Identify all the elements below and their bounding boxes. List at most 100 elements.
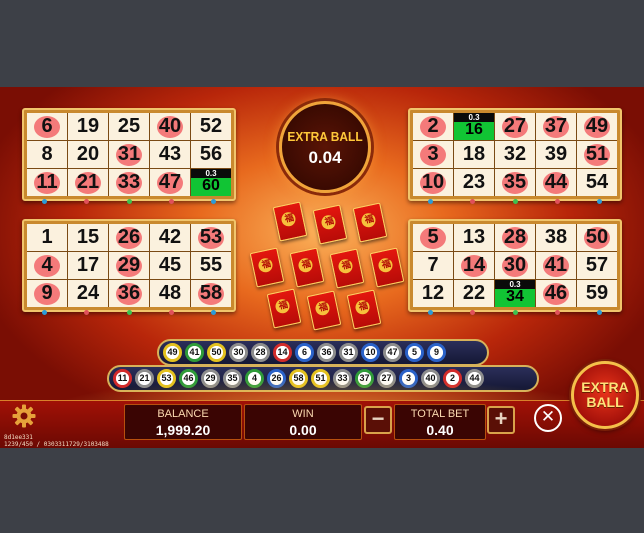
card-grid: 6 19 25 40 52 8 20 31 43 56 11 21 33 47 0.3 60 bbox=[27, 113, 231, 196]
drawn-ball: 26 bbox=[267, 369, 286, 388]
cell-number: 3 bbox=[427, 143, 439, 165]
card-indicators bbox=[42, 199, 216, 204]
cell-number: 31 bbox=[117, 143, 141, 165]
card-cell: 41 bbox=[536, 252, 576, 279]
drawn-ball: 3 bbox=[399, 369, 418, 388]
cell-number: 21 bbox=[76, 171, 100, 193]
card-cell: 44 bbox=[536, 169, 576, 196]
bingo-card-top-right: 2 0.3 16 27 37 49 3 18 32 39 51 10 23 35 44 54 bbox=[408, 108, 622, 204]
card-cell: 4 bbox=[27, 252, 67, 279]
card-indicator-dot bbox=[168, 310, 174, 315]
win-value: 0.00 bbox=[289, 422, 317, 438]
card-indicator-dot bbox=[512, 310, 518, 315]
ball-number: 41 bbox=[188, 346, 201, 359]
drawn-ball: 30 bbox=[229, 343, 248, 362]
red-envelope[interactable]: 福 bbox=[329, 248, 365, 289]
cell-number: 26 bbox=[117, 226, 141, 248]
card-indicator-dot bbox=[428, 310, 433, 315]
cell-number: 12 bbox=[421, 282, 445, 304]
drawn-ball: 46 bbox=[179, 369, 198, 388]
card-indicator-dot bbox=[597, 199, 602, 204]
drawn-ball: 6 bbox=[295, 343, 314, 362]
cell-number: 7 bbox=[427, 254, 439, 276]
fortune-glyph: 福 bbox=[318, 302, 329, 314]
total-bet-value: 0.40 bbox=[426, 422, 454, 438]
card-cell: 54 bbox=[577, 169, 617, 196]
card-cell: 8 bbox=[27, 141, 67, 168]
red-envelope[interactable]: 福 bbox=[346, 289, 382, 330]
cell-number: 40 bbox=[158, 115, 182, 137]
cell-number: 17 bbox=[76, 254, 100, 276]
card-cell: 46 bbox=[536, 280, 576, 307]
ball-number: 47 bbox=[386, 346, 399, 359]
red-envelope[interactable]: 福 bbox=[289, 247, 325, 288]
cell-number: 35 bbox=[503, 171, 527, 193]
card-cell: 5 bbox=[413, 224, 453, 251]
drawn-ball: 21 bbox=[135, 369, 154, 388]
drawn-balls-row-2: 11 21 53 46 29 35 4 26 58 51 33 37 27 3 40 2 44 bbox=[107, 365, 539, 392]
cell-number: 11 bbox=[36, 171, 58, 193]
card-cell: 56 bbox=[191, 141, 231, 168]
card-cell: 15 bbox=[68, 224, 108, 251]
cell-number: 41 bbox=[544, 254, 568, 276]
card-grid: 1 15 26 42 53 4 17 29 45 55 9 24 36 48 58 bbox=[27, 224, 231, 307]
ball-number: 51 bbox=[314, 372, 327, 385]
cell-number: 58 bbox=[199, 282, 223, 304]
cell-number: 25 bbox=[117, 115, 141, 137]
red-envelope[interactable]: 福 bbox=[369, 247, 405, 288]
card-cell: 10 bbox=[413, 169, 453, 196]
drawn-ball: 29 bbox=[201, 369, 220, 388]
cell-number: 1 bbox=[41, 226, 53, 248]
card-indicators bbox=[42, 310, 216, 315]
total-bet-panel: TOTAL BET 0.40 bbox=[394, 404, 486, 440]
ball-number: 49 bbox=[166, 346, 179, 359]
red-envelope[interactable]: 福 bbox=[312, 204, 348, 245]
card-cell: 21 bbox=[68, 169, 108, 196]
fortune-glyph: 福 bbox=[364, 214, 375, 226]
decrease-bet-button[interactable]: − bbox=[364, 406, 392, 434]
fortune-glyph: 福 bbox=[278, 300, 289, 312]
card-cell: 33 bbox=[109, 169, 149, 196]
drawn-ball: 10 bbox=[361, 343, 380, 362]
bonus-cell: 0.3 16 bbox=[454, 113, 494, 140]
cell-number: 57 bbox=[585, 254, 609, 276]
extra-ball-button[interactable]: EXTRA BALL bbox=[571, 361, 639, 429]
balance-panel: BALANCE 1,999.20 bbox=[124, 404, 242, 440]
card-cell: 38 bbox=[536, 224, 576, 251]
increase-bet-button[interactable]: + bbox=[487, 406, 515, 434]
cell-number: 59 bbox=[585, 282, 609, 304]
red-envelope[interactable]: 福 bbox=[272, 201, 308, 242]
red-envelope[interactable]: 福 bbox=[249, 247, 285, 288]
settings-gear-icon[interactable] bbox=[12, 404, 36, 428]
card-indicator-dot bbox=[42, 199, 47, 204]
drawn-ball: 36 bbox=[317, 343, 336, 362]
card-indicator-dot bbox=[554, 199, 560, 204]
drawn-ball: 27 bbox=[377, 369, 396, 388]
cell-number: 29 bbox=[117, 254, 141, 276]
card-cell: 6 bbox=[27, 113, 67, 140]
card-cell: 28 bbox=[495, 224, 535, 251]
red-envelope[interactable]: 福 bbox=[306, 290, 342, 331]
card-cell: 25 bbox=[109, 113, 149, 140]
cell-number: 51 bbox=[585, 143, 609, 165]
ball-number: 40 bbox=[424, 372, 437, 385]
fortune-glyph: 福 bbox=[324, 216, 335, 228]
cell-number: 54 bbox=[585, 171, 609, 193]
cell-number: 38 bbox=[544, 226, 568, 248]
drawn-ball: 53 bbox=[157, 369, 176, 388]
win-label: WIN bbox=[292, 408, 314, 420]
card-cell: 37 bbox=[536, 113, 576, 140]
red-envelope[interactable]: 福 bbox=[352, 202, 388, 243]
cell-number: 53 bbox=[199, 226, 223, 248]
fortune-glyph: 福 bbox=[301, 259, 312, 271]
fortune-glyph: 福 bbox=[358, 301, 369, 313]
card-cell: 14 bbox=[454, 252, 494, 279]
card-cell: 40 bbox=[150, 113, 190, 140]
red-envelope[interactable]: 福 bbox=[266, 288, 302, 329]
card-cell: 47 bbox=[150, 169, 190, 196]
close-button[interactable]: ✕ bbox=[534, 404, 562, 432]
cell-number: 9 bbox=[41, 282, 53, 304]
card-cell: 49 bbox=[577, 113, 617, 140]
drawn-ball: 50 bbox=[207, 343, 226, 362]
card-indicator-dot bbox=[554, 310, 560, 315]
